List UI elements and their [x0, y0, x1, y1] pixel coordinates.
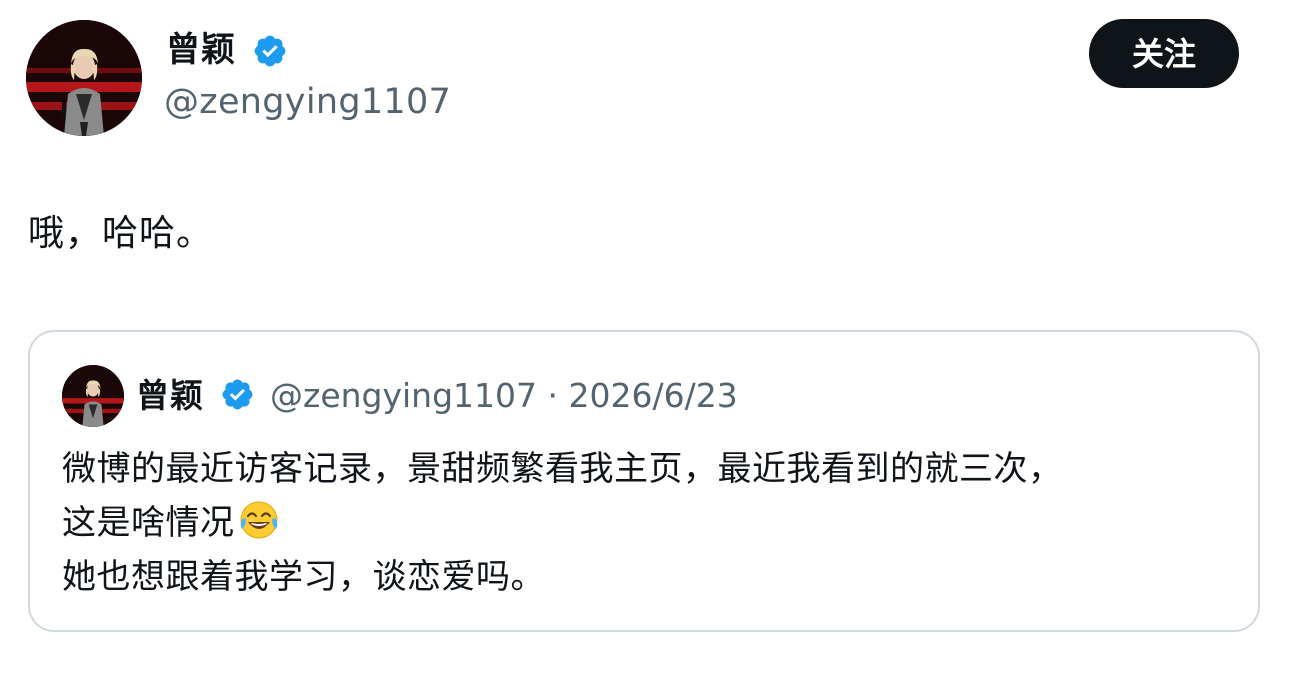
- quote-meta: @zengying1107 · 2026/6/23: [270, 374, 738, 418]
- quote-text-line: 她也想跟着我学习，谈恋爱吗。: [62, 557, 545, 597]
- avatar[interactable]: [26, 20, 142, 136]
- quote-author-name[interactable]: 曾颖: [136, 374, 204, 418]
- quote-tweet-text: 微博的最近访客记录，景甜频繁看我主页，最近我看到的就三次， 这是啥情况 她也想跟…: [62, 442, 1063, 604]
- follow-button[interactable]: 关注: [1089, 19, 1239, 88]
- author-handle[interactable]: @zengying1107: [164, 80, 451, 124]
- verified-badge-icon: [254, 35, 286, 67]
- quote-tweet-card[interactable]: 曾颖 @zengying1107 · 2026/6/23 微博的最近访客记录，景…: [28, 330, 1260, 632]
- author-name[interactable]: 曾颖: [166, 28, 236, 72]
- verified-badge-icon: [222, 379, 253, 410]
- avatar-photo: [26, 20, 142, 136]
- meta-separator: ·: [547, 376, 559, 415]
- face-with-tears-of-joy-icon: [240, 501, 277, 539]
- quote-text-line: 微博的最近访客记录，景甜频繁看我主页，最近我看到的就三次，: [62, 449, 1063, 489]
- quote-avatar[interactable]: [62, 365, 124, 427]
- quote-text-line: 这是啥情况: [62, 496, 1063, 550]
- quote-author-handle[interactable]: @zengying1107: [270, 376, 537, 415]
- quote-text-segment: 这是啥情况: [62, 503, 235, 543]
- tweet-text: 哦，哈哈。: [28, 213, 214, 254]
- avatar-photo: [62, 365, 124, 427]
- quote-date[interactable]: 2026/6/23: [569, 376, 738, 415]
